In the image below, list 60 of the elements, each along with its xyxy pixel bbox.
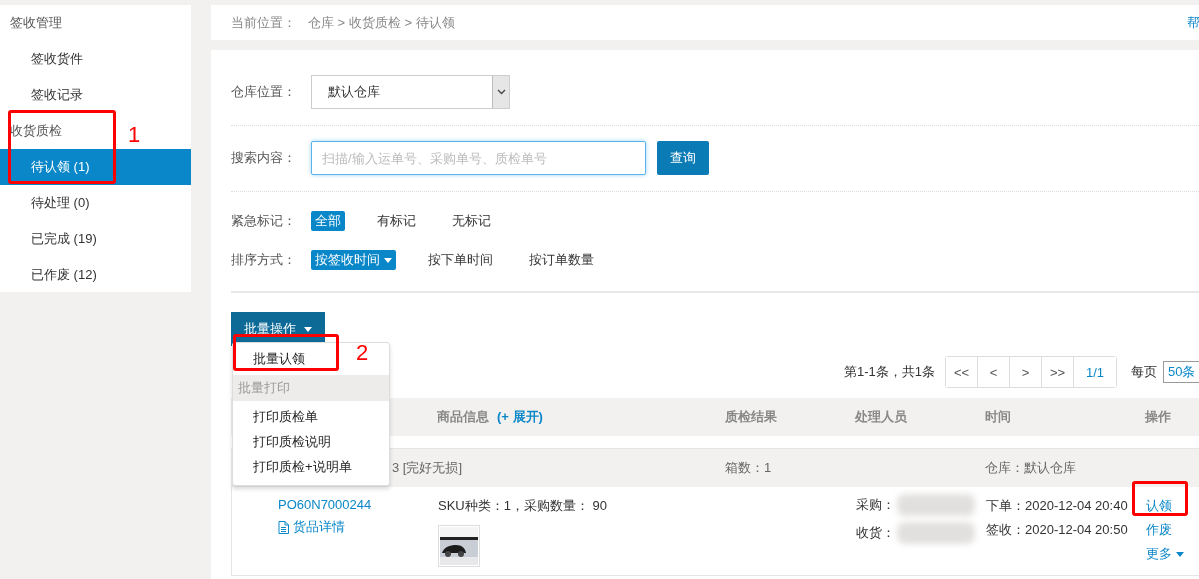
receiver-label: 收货： — [856, 524, 895, 542]
sidebar-item[interactable]: 待认领 (1) — [0, 149, 191, 185]
action-link[interactable]: 更多 — [1146, 545, 1199, 563]
caret-icon — [384, 257, 392, 263]
menu-group-header: 批量打印 — [233, 375, 389, 401]
search-button[interactable]: 查询 — [657, 141, 709, 175]
caret-icon — [304, 326, 312, 332]
annotation-number: 2 — [356, 340, 369, 366]
sort-option[interactable]: 按下单时间 — [424, 250, 497, 270]
sidebar-item[interactable]: 已完成 (19) — [0, 221, 191, 257]
per-page-select[interactable]: 50条 — [1163, 361, 1199, 383]
order-time: 下单：2020-12-04 20:40 — [986, 497, 1129, 515]
caret-icon — [1176, 551, 1184, 557]
column-header: 商品信息 (+ 展开) — [437, 408, 544, 426]
sidebar-item[interactable]: 签收货件 — [0, 41, 191, 77]
details-link[interactable]: 货品详情 — [278, 518, 438, 536]
breadcrumb: 仓库 > 收货质检 > 待认领 — [308, 13, 455, 32]
field-label: 搜索内容： — [231, 149, 297, 167]
action-link[interactable]: 认领 — [1146, 497, 1199, 515]
filter-option[interactable]: 全部 — [311, 211, 345, 231]
buyer-label: 采购： — [856, 496, 895, 514]
sku-summary: SKU种类：1，采购数量： 90 — [438, 497, 609, 515]
chevron-icon — [496, 89, 506, 95]
annotation-number: 1 — [128, 122, 141, 148]
filter-option[interactable]: 有标记 — [373, 211, 420, 231]
menu-item[interactable]: 批量认领 — [253, 349, 305, 368]
result-count: 第1-1条，共1条 — [843, 363, 935, 381]
column-header: 操作 — [1145, 408, 1172, 426]
sort-option[interactable]: 按订单数量 — [525, 250, 598, 270]
status-text: 3 [完好无损] — [392, 459, 463, 477]
per-page-label: 每页 — [1131, 363, 1157, 381]
sidebar-item[interactable]: 待处理 (0) — [0, 185, 191, 221]
column-header: 处理人员 — [855, 408, 908, 426]
menu-item[interactable]: 打印质检+说明单 — [253, 457, 352, 476]
column-header: 质检结果 — [725, 408, 778, 426]
pager-button[interactable]: << — [946, 357, 978, 387]
sidebar-item[interactable]: 已作废 (12) — [0, 257, 191, 293]
action-link[interactable]: 作废 — [1146, 521, 1199, 539]
order-link[interactable]: PO60N7000244 — [278, 497, 438, 512]
warehouse-select[interactable]: 默认仓库 — [311, 75, 510, 109]
field-label: 紧急标记： — [231, 212, 297, 230]
expand-link[interactable]: (+ 展开) — [497, 409, 543, 424]
warehouse-text: 仓库：默认仓库 — [985, 459, 1077, 477]
sidebar-item[interactable]: 签收记录 — [0, 77, 191, 113]
annotation-box — [1132, 481, 1188, 516]
column-header: 时间 — [985, 408, 1012, 426]
sign-time: 签收：2020-12-04 20:50 — [986, 521, 1129, 539]
menu-item[interactable]: 打印质检单 — [253, 407, 318, 426]
search-field[interactable]: 扫描/输入运单号、采购单号、质检单号 — [311, 141, 646, 175]
field-label: 排序方式： — [231, 251, 297, 269]
box-count: 箱数：1 — [725, 459, 773, 477]
sort-option[interactable]: 按签收时间 — [311, 250, 396, 270]
field-label: 仓库位置： — [231, 83, 297, 101]
document-icon — [278, 520, 289, 534]
sidebar-section: 收货质检 — [10, 122, 62, 140]
filter-option[interactable]: 无标记 — [448, 211, 495, 231]
menu-item[interactable]: 打印质检说明 — [253, 432, 331, 451]
breadcrumb-label: 当前位置： — [231, 13, 296, 32]
help-link[interactable]: 帮 — [1187, 13, 1199, 32]
sidebar-section: 签收管理 — [10, 14, 62, 32]
